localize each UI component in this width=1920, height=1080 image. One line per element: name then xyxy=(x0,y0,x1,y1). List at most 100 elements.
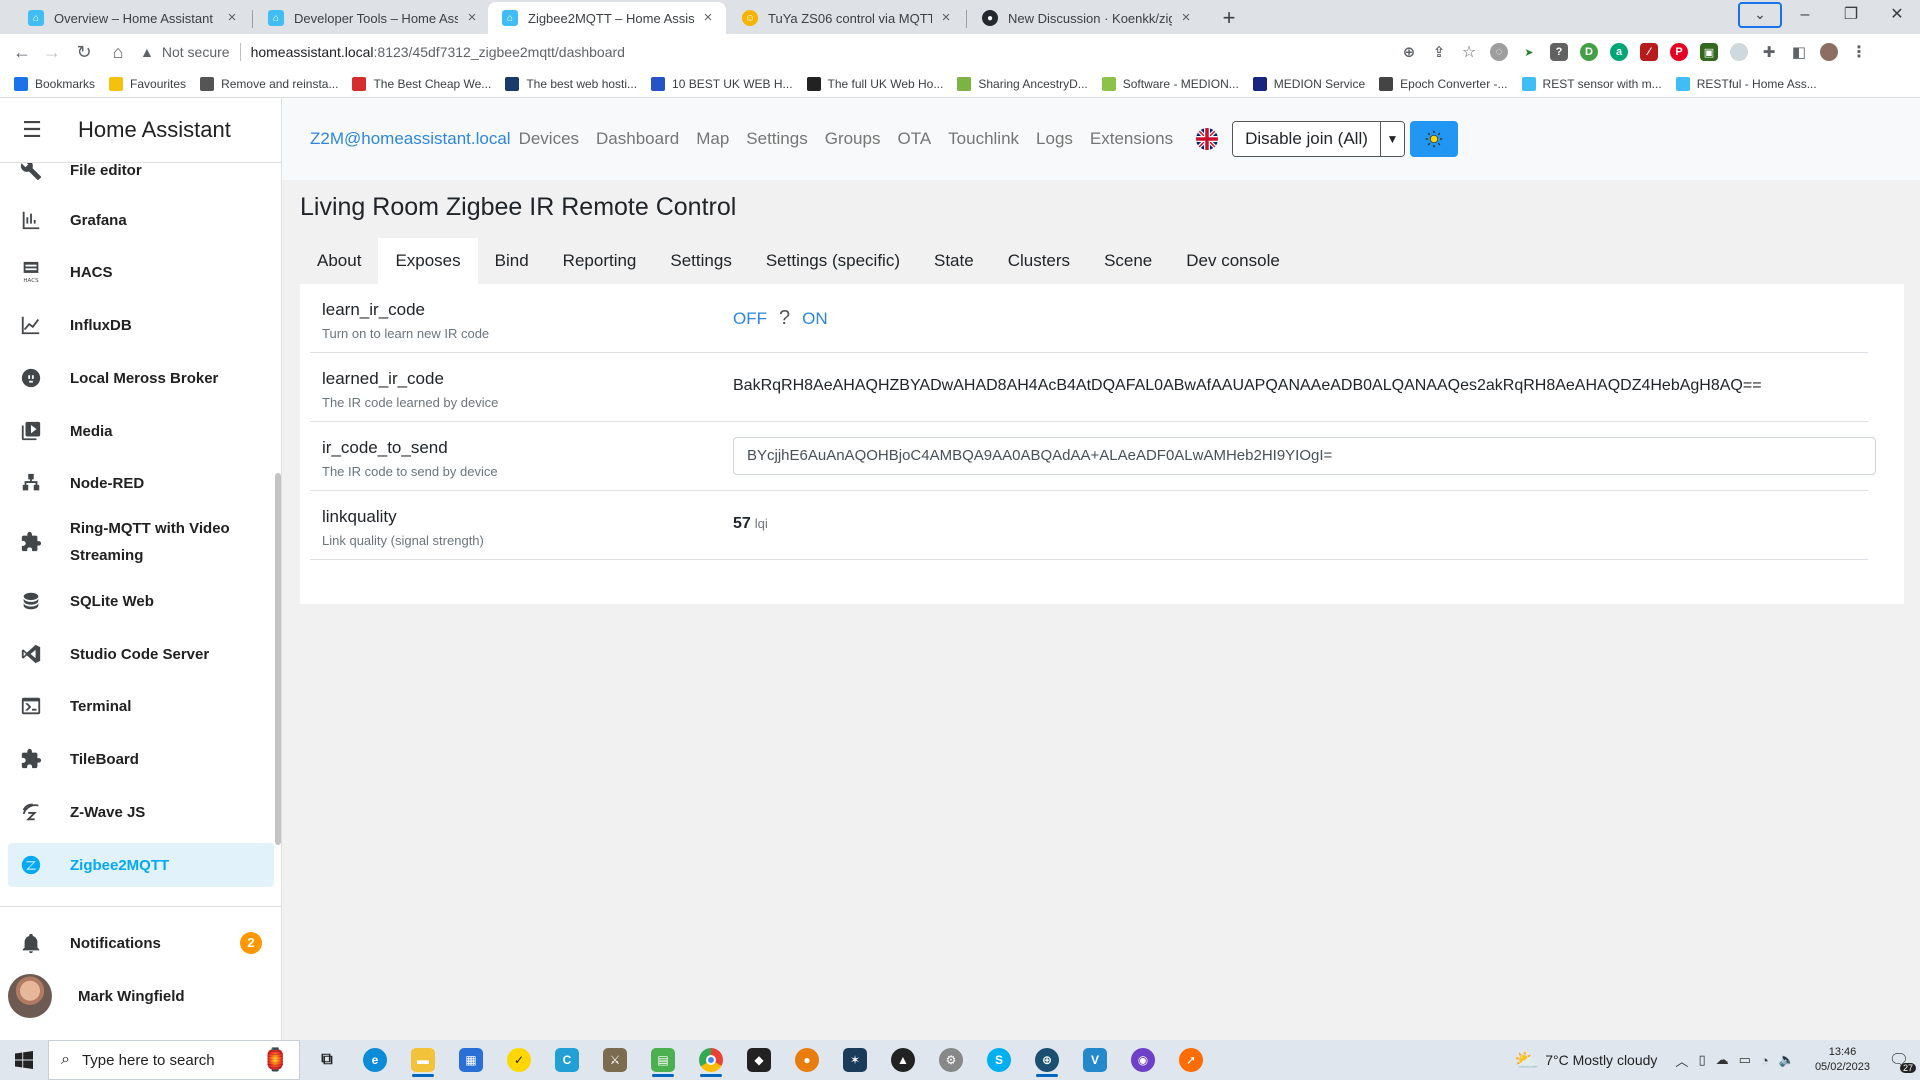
z2m-brand-link[interactable]: Z2M@homeassistant.local xyxy=(310,129,511,149)
excel-chart-icon[interactable]: ▤ xyxy=(646,1043,680,1077)
sidebar-item-influxdb[interactable]: InfluxDB xyxy=(8,303,274,347)
close-tab-icon[interactable]: × xyxy=(938,10,954,26)
close-tab-icon[interactable]: × xyxy=(464,10,480,26)
close-tab-icon[interactable]: × xyxy=(224,10,240,26)
tray-chevron-up-icon[interactable]: ︿ xyxy=(1675,1051,1688,1070)
browser-tab[interactable]: ⌂ Overview – Home Assistant × xyxy=(14,2,250,34)
tab-settings[interactable]: Settings xyxy=(653,238,748,284)
unity-icon[interactable]: ◆ xyxy=(742,1043,776,1077)
nav-link-groups[interactable]: Groups xyxy=(825,129,881,149)
chrome-icon[interactable] xyxy=(694,1043,728,1077)
tab-exposes[interactable]: Exposes xyxy=(378,238,478,284)
github-desktop-icon[interactable]: ◉ xyxy=(1126,1043,1160,1077)
bookmark-item[interactable]: Sharing AncestryD... xyxy=(957,76,1088,91)
sidebar-item-user[interactable]: Mark Wingfield xyxy=(8,974,274,1018)
tab-settings-specific[interactable]: Settings (specific) xyxy=(749,238,917,284)
bookmark-item[interactable]: Remove and reinsta... xyxy=(200,76,338,91)
nav-link-devices[interactable]: Devices xyxy=(519,129,579,149)
browser-tab-active[interactable]: ⌂ Zigbee2MQTT – Home Assistant × xyxy=(488,2,726,34)
bookmark-item[interactable]: MEDION Service xyxy=(1252,76,1365,91)
browser-tab[interactable]: ☺ TuYa ZS06 control via MQTT | Zig × xyxy=(728,2,964,34)
restore-icon[interactable]: ❐ xyxy=(1828,0,1874,30)
bookmark-star-icon[interactable]: ☆ xyxy=(1460,43,1478,61)
sidebar-scrollbar[interactable] xyxy=(275,473,281,845)
tray-monitor-icon[interactable]: ▭ xyxy=(1739,1052,1751,1068)
sidebar-item-zigbee2mqtt[interactable]: Zigbee2MQTT xyxy=(8,843,274,887)
sidebar-item-file-editor[interactable]: File editor xyxy=(8,163,274,192)
sidebar-item-hacs[interactable]: HACS HACS xyxy=(8,250,274,294)
extension-a-icon[interactable]: a xyxy=(1610,43,1628,61)
nav-link-settings[interactable]: Settings xyxy=(746,129,807,149)
nav-link-map[interactable]: Map xyxy=(696,129,729,149)
reload-icon[interactable]: ↻ xyxy=(70,38,98,66)
sidebar-item-node-red[interactable]: Node-RED xyxy=(8,461,274,505)
edge-icon[interactable]: e xyxy=(358,1043,392,1077)
sidebar-item-tileboard[interactable]: TileBoard xyxy=(8,737,274,781)
sidebar-item-ring-mqtt[interactable]: Ring-MQTT with Video Streaming xyxy=(8,513,274,571)
weather-widget[interactable]: ⛅ 7°C Mostly cloudy xyxy=(1514,1048,1657,1073)
bookmark-item[interactable]: Epoch Converter -... xyxy=(1379,76,1508,91)
bookmark-item[interactable]: The full UK Web Ho... xyxy=(806,76,943,91)
close-tab-icon[interactable]: × xyxy=(1178,10,1194,26)
tab-dev-console[interactable]: Dev console xyxy=(1169,238,1297,284)
bookmark-item[interactable]: 10 BEST UK WEB H... xyxy=(651,76,793,91)
learn-ir-off-button[interactable]: OFF xyxy=(733,309,767,328)
ir-code-to-send-input[interactable]: BYcjjhE6AuAnAQOHBjoC4AMBQA9AA0ABQAdAA+AL… xyxy=(733,437,1876,475)
close-window-icon[interactable]: ✕ xyxy=(1874,0,1920,30)
skype-icon[interactable]: S xyxy=(982,1043,1016,1077)
game-app-icon[interactable]: ⚔ xyxy=(598,1043,632,1077)
sidebar-item-notifications[interactable]: Notifications 2 xyxy=(8,921,274,965)
ccleaner-icon[interactable]: C xyxy=(550,1043,584,1077)
new-tab-button[interactable]: + xyxy=(1215,4,1243,32)
onedrive-cloud-icon[interactable]: ☁ xyxy=(1716,1052,1729,1068)
browser-tab[interactable]: ● New Discussion · Koenkk/zigbee2 × xyxy=(968,2,1204,34)
nav-link-extensions[interactable]: Extensions xyxy=(1090,129,1173,149)
share-icon[interactable]: ⇪ xyxy=(1430,43,1448,61)
extensions-puzzle-icon[interactable]: ✚ xyxy=(1760,43,1778,61)
sidebar-item-terminal[interactable]: Terminal xyxy=(8,684,274,728)
file-explorer-icon[interactable]: ▬ xyxy=(406,1043,440,1077)
uk-flag-icon[interactable] xyxy=(1196,128,1219,150)
tab-bind[interactable]: Bind xyxy=(478,238,546,284)
back-arrow-icon[interactable]: ← xyxy=(8,38,36,66)
kebab-menu-icon[interactable]: ⋮ xyxy=(1850,43,1868,61)
volume-icon[interactable]: 🔈 xyxy=(1779,1052,1795,1068)
vpn-globe-icon[interactable]: ⊕ xyxy=(1030,1043,1064,1077)
bookmark-item[interactable]: The Best Cheap We... xyxy=(352,76,491,91)
sidebar-item-local-meross-broker[interactable]: Local Meross Broker xyxy=(8,356,274,400)
sidebar-list[interactable]: File editor Grafana HACS HACS InfluxDB L… xyxy=(0,163,282,908)
pinterest-icon[interactable]: P xyxy=(1670,43,1688,61)
nav-link-ota[interactable]: OTA xyxy=(897,129,931,149)
extension-image-icon[interactable]: ▣ xyxy=(1700,43,1718,61)
home-icon[interactable]: ⌂ xyxy=(104,38,132,66)
extension-light-icon[interactable] xyxy=(1730,43,1748,61)
action-center-icon[interactable]: 🗨 27 xyxy=(1884,1045,1916,1075)
blender-icon[interactable]: ● xyxy=(790,1043,824,1077)
bookmark-item[interactable]: Favourites xyxy=(109,76,186,91)
settings-gear-icon[interactable]: ⚙ xyxy=(934,1043,968,1077)
bookmark-item[interactable]: The best web hosti... xyxy=(505,76,637,91)
microsoft-store-icon[interactable]: ▦ xyxy=(454,1043,488,1077)
extension-green-circle-icon[interactable]: D xyxy=(1580,43,1598,61)
close-tab-icon[interactable]: × xyxy=(700,10,716,26)
norton-icon[interactable]: ✓ xyxy=(502,1043,536,1077)
taskbar-clock[interactable]: 13:46 05/02/2023 xyxy=(1815,1045,1870,1075)
minimize-icon[interactable]: – xyxy=(1782,0,1828,30)
side-panel-icon[interactable]: ◧ xyxy=(1790,43,1808,61)
address-bar[interactable]: ▲ Not secure homeassistant.local:8123/45… xyxy=(140,37,1410,67)
sidebar-item-sqlite-web[interactable]: SQLite Web xyxy=(8,579,274,623)
tab-clusters[interactable]: Clusters xyxy=(991,238,1087,284)
sidebar-item-studio-code-server[interactable]: Studio Code Server xyxy=(8,632,274,676)
tab-scene[interactable]: Scene xyxy=(1087,238,1169,284)
extension-red-icon[interactable]: ⁄ xyxy=(1640,43,1658,61)
sidebar-item-grafana[interactable]: Grafana xyxy=(8,198,274,242)
browser-tab[interactable]: ⌂ Developer Tools – Home Assistant × xyxy=(254,2,490,34)
disable-join-button[interactable]: Disable join (All) xyxy=(1233,122,1380,156)
nav-link-touchlink[interactable]: Touchlink xyxy=(948,129,1019,149)
tab-reporting[interactable]: Reporting xyxy=(546,238,654,284)
sidebar-item-media[interactable]: Media xyxy=(8,409,274,453)
tab-about[interactable]: About xyxy=(300,238,378,284)
learn-ir-on-button[interactable]: ON xyxy=(802,309,828,328)
extension-grey-icon[interactable]: ◌ xyxy=(1490,43,1508,61)
zoom-icon[interactable]: ⊕ xyxy=(1400,43,1418,61)
